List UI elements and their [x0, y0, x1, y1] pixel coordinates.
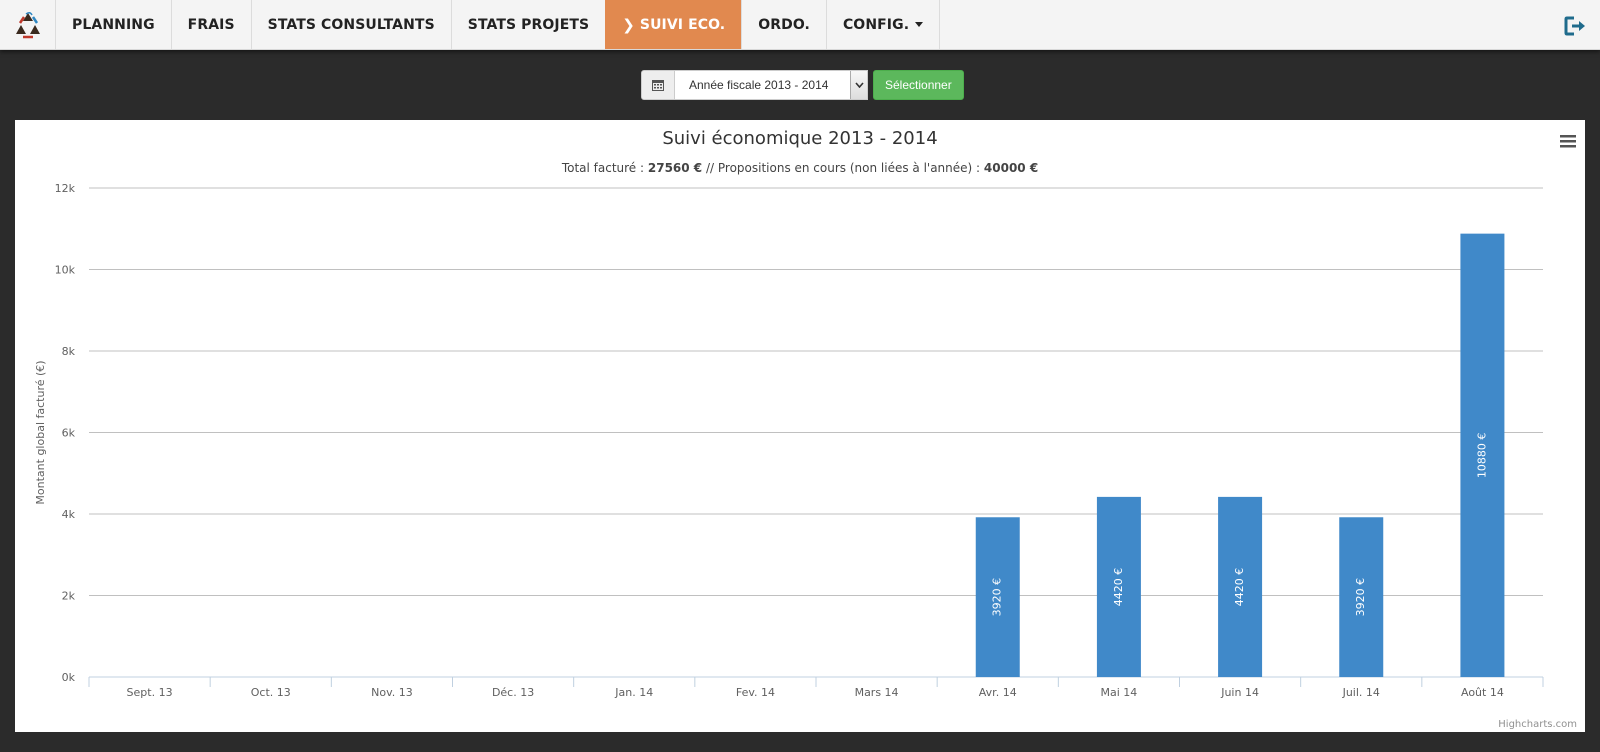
nav-item-config[interactable]: CONFIG.: [825, 0, 941, 49]
nav-item-label: CONFIG.: [842, 16, 910, 33]
calendar-icon: [641, 70, 675, 100]
y-axis-title: Montant global facturé (€): [34, 360, 47, 504]
nav-item-planning[interactable]: PLANNING: [55, 0, 171, 49]
x-tick-label: Mars 14: [855, 686, 899, 699]
bar: [1218, 496, 1263, 677]
hamburger-menu-icon[interactable]: [1559, 133, 1577, 149]
proposals-amount: 40000 €: [983, 161, 1039, 175]
highcharts-credits-link[interactable]: Highcharts.com: [1498, 719, 1577, 730]
y-tick-label: 0k: [62, 671, 76, 684]
select-button[interactable]: Sélectionner: [873, 70, 964, 100]
subtitle-separator: // Propositions en cours (non liées à l'…: [702, 161, 984, 175]
subtitle-prefix: Total facturé :: [561, 161, 648, 175]
x-tick-label: Août 14: [1461, 686, 1504, 699]
x-tick-label: Fev. 14: [736, 686, 775, 699]
nav-item-stats-projets[interactable]: STATS PROJETS: [450, 0, 605, 49]
bar-chart: 0k 2k 4k 6k 8k 10k 12k Sept. 13 Oct. 13 Nov. 13 Dé…: [34, 182, 1544, 699]
y-tick-label: 2k: [62, 590, 76, 603]
fiscal-year-filter: Année fiscale 2013 - 2014 Sélectionner: [641, 70, 964, 100]
nav-item-label: SUIVI ECO.: [639, 16, 726, 33]
chart-title: Suivi économique 2013 - 2014: [662, 128, 938, 149]
nav-item-ordo[interactable]: ORDO.: [741, 0, 826, 49]
bar: [1339, 517, 1384, 677]
chart-panel: Suivi économique 2013 - 2014 Total factu…: [15, 120, 1585, 732]
nav-item-suivi-eco[interactable]: ❯ SUIVI ECO.: [605, 0, 742, 49]
bar-data-label: 4420 €: [1233, 568, 1246, 607]
chart-subtitle: Total facturé : 27560 € // Propositions …: [15, 161, 1585, 175]
chevron-down-icon[interactable]: [850, 71, 867, 99]
fiscal-year-select[interactable]: Année fiscale 2013 - 2014: [675, 70, 868, 100]
chevron-right-icon: ❯: [622, 15, 635, 34]
y-tick-label: 10k: [55, 264, 76, 277]
x-tick-label: Mai 14: [1101, 686, 1138, 699]
bar: [1096, 496, 1141, 677]
y-tick-label: 6k: [62, 427, 76, 440]
nav-item-label: ORDO.: [758, 16, 810, 33]
top-navbar: PLANNING FRAIS STATS CONSULTANTS STATS P…: [0, 0, 1600, 50]
bar: [975, 517, 1020, 677]
x-tick-label: Oct. 13: [251, 686, 291, 699]
fiscal-year-select-value: Année fiscale 2013 - 2014: [689, 78, 829, 92]
bar-data-label: 4420 €: [1112, 568, 1125, 607]
nav-item-label: STATS PROJETS: [467, 16, 590, 33]
sign-out-icon[interactable]: [1564, 16, 1588, 36]
x-tick-label: Juin 14: [1220, 686, 1259, 699]
bar: [1460, 233, 1505, 677]
x-tick-label: Nov. 13: [371, 686, 413, 699]
bar-data-label: 3920 €: [1354, 578, 1367, 617]
x-tick-label: Déc. 13: [492, 686, 534, 699]
x-tick-label: Jan. 14: [614, 686, 653, 699]
x-tick-label: Juil. 14: [1342, 686, 1380, 699]
nav-item-label: PLANNING: [72, 16, 155, 33]
y-tick-label: 12k: [55, 182, 76, 195]
nav-item-stats-consultants[interactable]: STATS CONSULTANTS: [250, 0, 451, 49]
bar-data-label: 3920 €: [991, 578, 1004, 617]
total-invoiced: 27560 €: [647, 161, 703, 175]
bar-data-label: 10880 €: [1475, 433, 1488, 479]
y-tick-label: 4k: [62, 508, 76, 521]
x-tick-label: Avr. 14: [979, 686, 1017, 699]
nav-item-label: FRAIS: [187, 16, 235, 33]
nav-item-frais[interactable]: FRAIS: [170, 0, 251, 49]
nav-item-label: STATS CONSULTANTS: [267, 16, 435, 33]
caret-down-icon: [915, 22, 924, 27]
recycle-logo-icon[interactable]: [0, 0, 55, 50]
y-tick-label: 8k: [62, 345, 76, 358]
x-tick-label: Sept. 13: [127, 686, 173, 699]
